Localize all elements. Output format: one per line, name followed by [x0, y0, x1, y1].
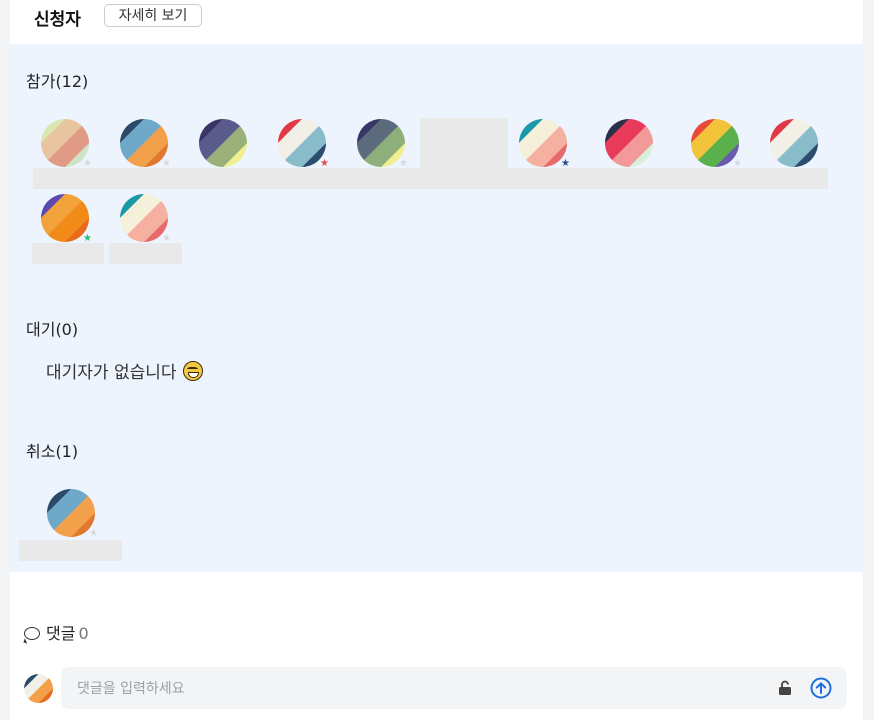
participant-avatar[interactable]: ★: [41, 119, 92, 169]
cancelled-section-title: 취소(1): [26, 442, 79, 461]
participant-avatar[interactable]: ★: [120, 119, 171, 169]
applicants-card: 신청자 자세히 보기 참가(12) ★ ★ ★ ★ ★ ★ ★ ★ ★ ★ ★ …: [10, 0, 863, 720]
participant-names-row: [33, 168, 828, 189]
view-details-button[interactable]: 자세히 보기: [104, 4, 202, 27]
comment-box: [61, 667, 847, 711]
speech-bubble-icon: [24, 627, 40, 640]
arrow-up-circle-icon[interactable]: [810, 677, 832, 699]
participant-avatar[interactable]: ★: [691, 119, 742, 169]
applicants-title: 신청자: [34, 10, 81, 30]
participants-section-title: 참가(12): [26, 72, 89, 91]
participant-name-placeholder: [32, 243, 104, 264]
waiting-empty-message: 대기자가 없습니다: [46, 358, 203, 383]
participant-avatar[interactable]: ★: [199, 119, 247, 167]
status-star-icon: ★: [89, 528, 98, 539]
participant-avatar[interactable]: ★: [357, 119, 408, 169]
participant-avatar[interactable]: ★: [605, 119, 653, 167]
participant-placeholder: [420, 118, 508, 170]
participant-name-placeholder: [109, 243, 182, 264]
my-avatar: [24, 674, 53, 703]
grinning-sweat-emoji-icon: [182, 361, 203, 381]
comment-input[interactable]: [75, 667, 759, 711]
applicants-header: 신청자 자세히 보기: [10, 0, 863, 44]
cancelled-avatar[interactable]: ★: [47, 489, 98, 539]
comments-heading: 댓글 0: [24, 620, 89, 644]
cancelled-name-placeholder: [19, 540, 122, 561]
participant-avatar[interactable]: ★: [770, 119, 818, 167]
participant-avatar[interactable]: ★: [519, 119, 570, 169]
participant-avatar[interactable]: ★: [278, 119, 329, 169]
comments-label: 댓글: [46, 624, 76, 643]
waiting-section-title: 대기(0): [26, 320, 79, 339]
waiting-empty-text: 대기자가 없습니다: [46, 363, 177, 383]
comments-count: 0: [78, 624, 89, 643]
participant-avatar[interactable]: ★: [120, 194, 171, 244]
unlock-icon[interactable]: [778, 680, 792, 696]
participant-avatar[interactable]: ★: [41, 194, 92, 244]
applicants-panel: 참가(12) ★ ★ ★ ★ ★ ★ ★ ★ ★ ★ ★ 대기(0) 대기자가 …: [10, 44, 863, 572]
